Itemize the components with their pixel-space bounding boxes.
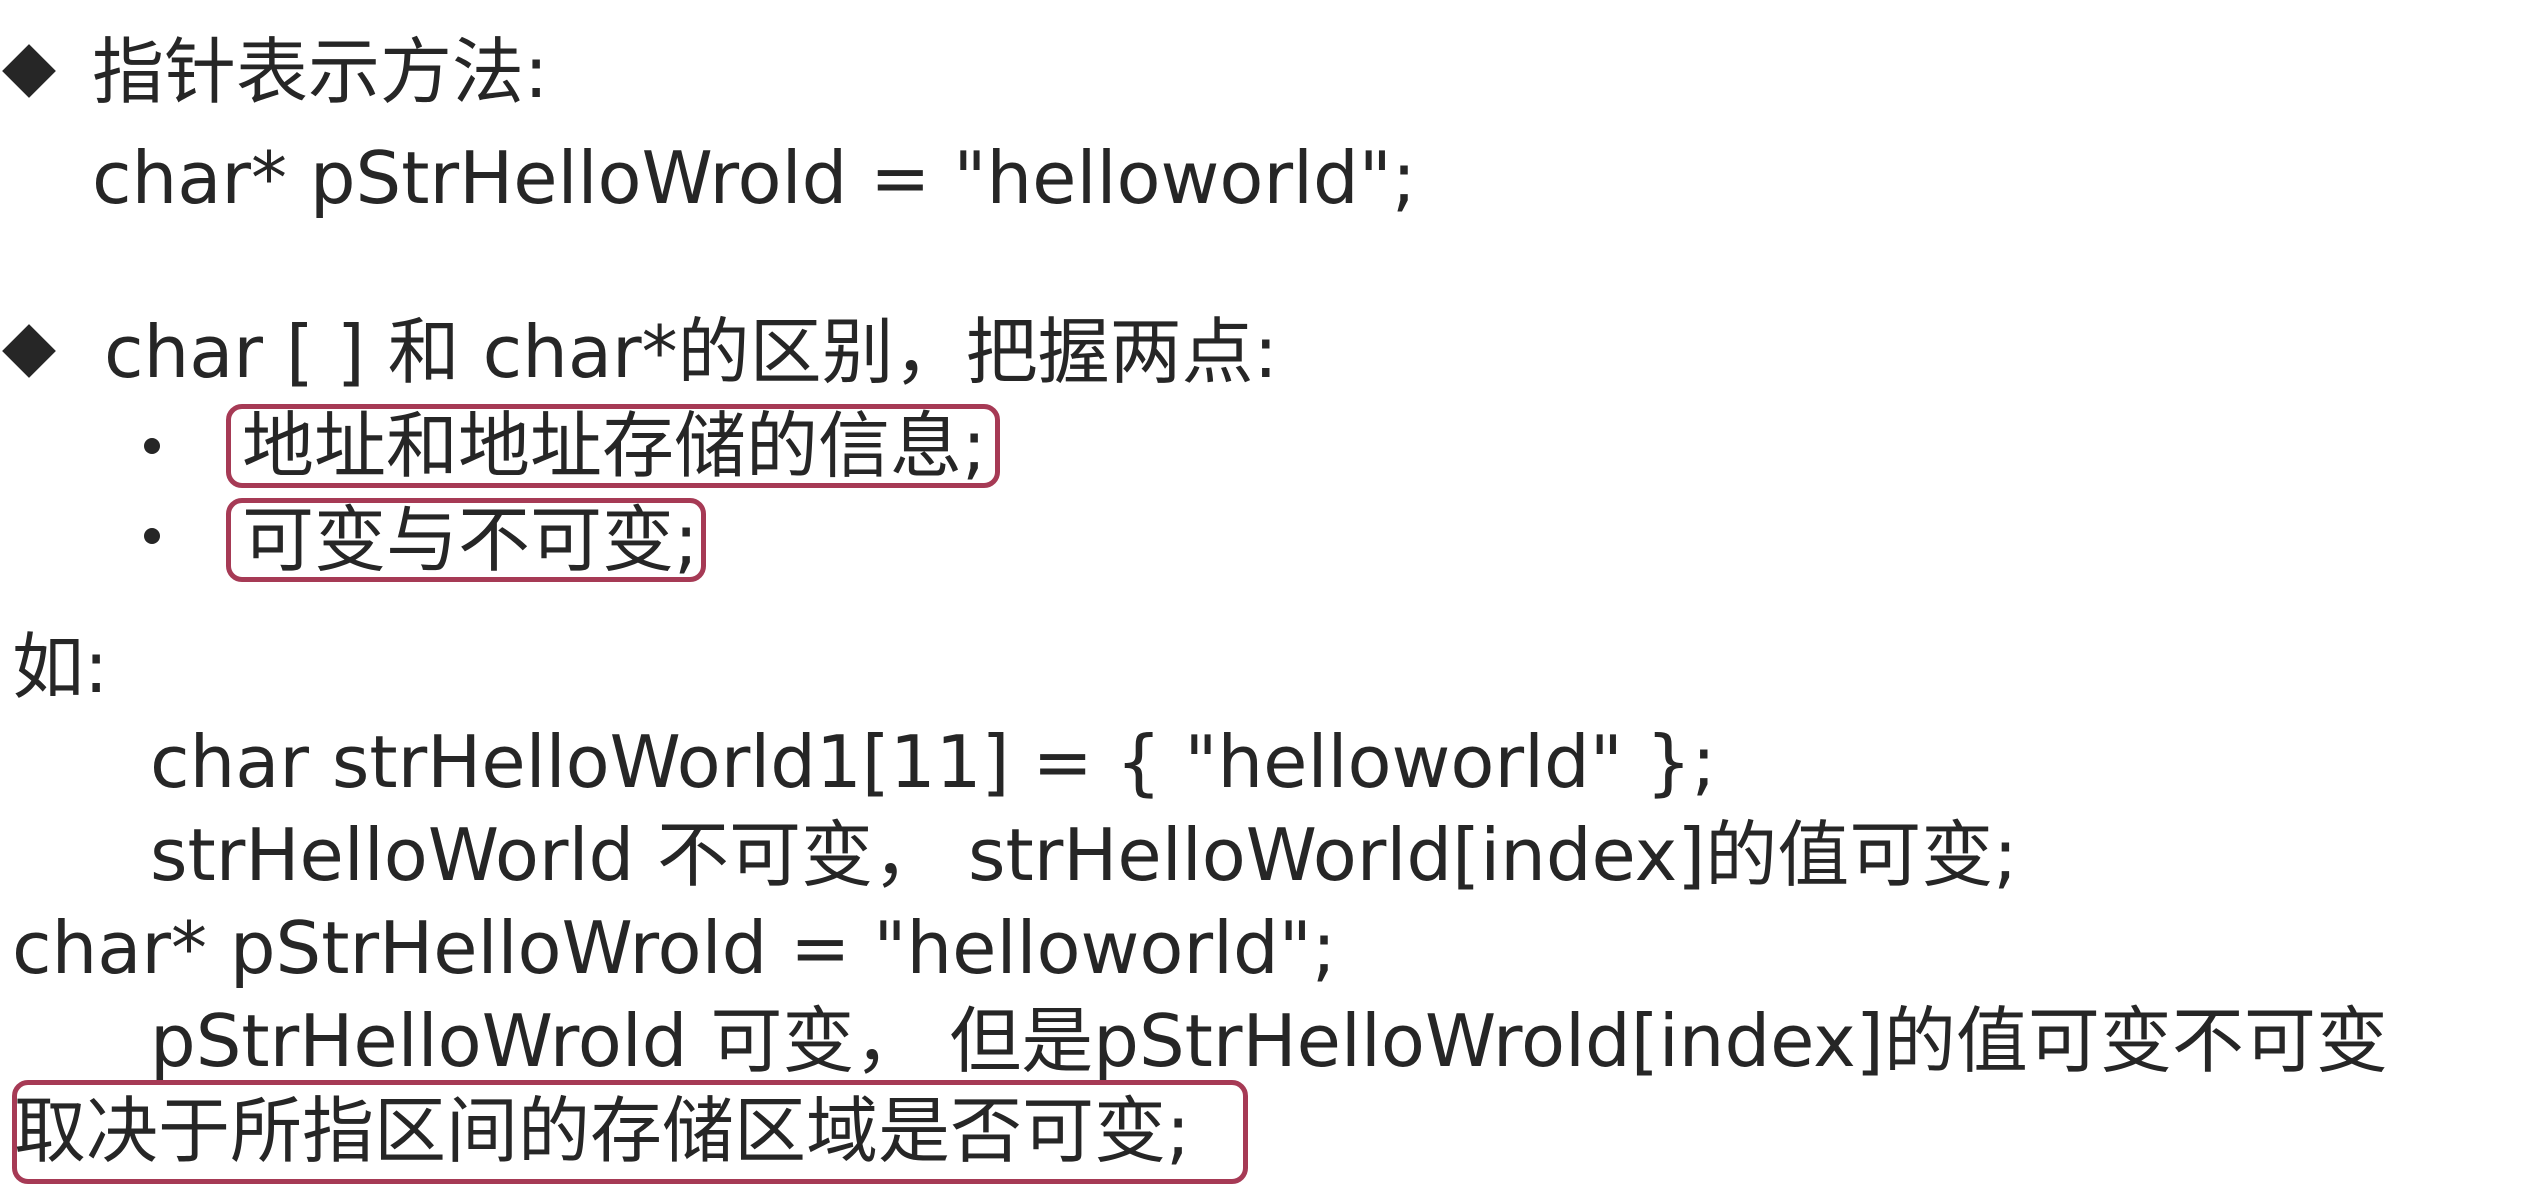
example-label: 如: [12, 625, 109, 709]
bullet-diamond-icon [2, 324, 56, 378]
bullet-dot-icon [144, 528, 160, 544]
point-address-info: 地址和地址存储的信息; [242, 401, 986, 491]
point-suffix: ; [962, 404, 987, 488]
bullet-dot-icon [144, 438, 160, 454]
section-heading-difference: char [ ] 和 char*的区别，把握两点: [104, 310, 1278, 394]
point-text: 可变与不可变 [242, 498, 675, 582]
example-array-note: strHelloWorld 不可变， strHelloWorld[index]的… [150, 813, 2018, 897]
bullet-diamond-icon [2, 44, 56, 98]
point-mutability: 可变与不可变; [242, 495, 698, 585]
point-text: 地址和地址存储的信息 [242, 404, 963, 488]
conclusion-suffix: ; [1166, 1089, 1191, 1173]
section-heading-pointer: 指针表示方法: [92, 30, 549, 114]
example-pointer-note: pStrHelloWrold 可变， 但是pStrHelloWrold[inde… [150, 999, 2388, 1083]
example-code-pointer: char* pStrHelloWrold = "helloworld"; [12, 906, 1337, 990]
pointer-code-line: char* pStrHelloWrold = "helloworld"; [92, 136, 1417, 220]
conclusion-text: 取决于所指区间的存储区域是否可变 [14, 1089, 1167, 1173]
point-suffix: ; [674, 498, 699, 582]
example-code-array: char strHelloWorld1[11] = { "helloworld"… [150, 720, 1716, 804]
example-conclusion: 取决于所指区间的存储区域是否可变; [14, 1086, 1190, 1176]
